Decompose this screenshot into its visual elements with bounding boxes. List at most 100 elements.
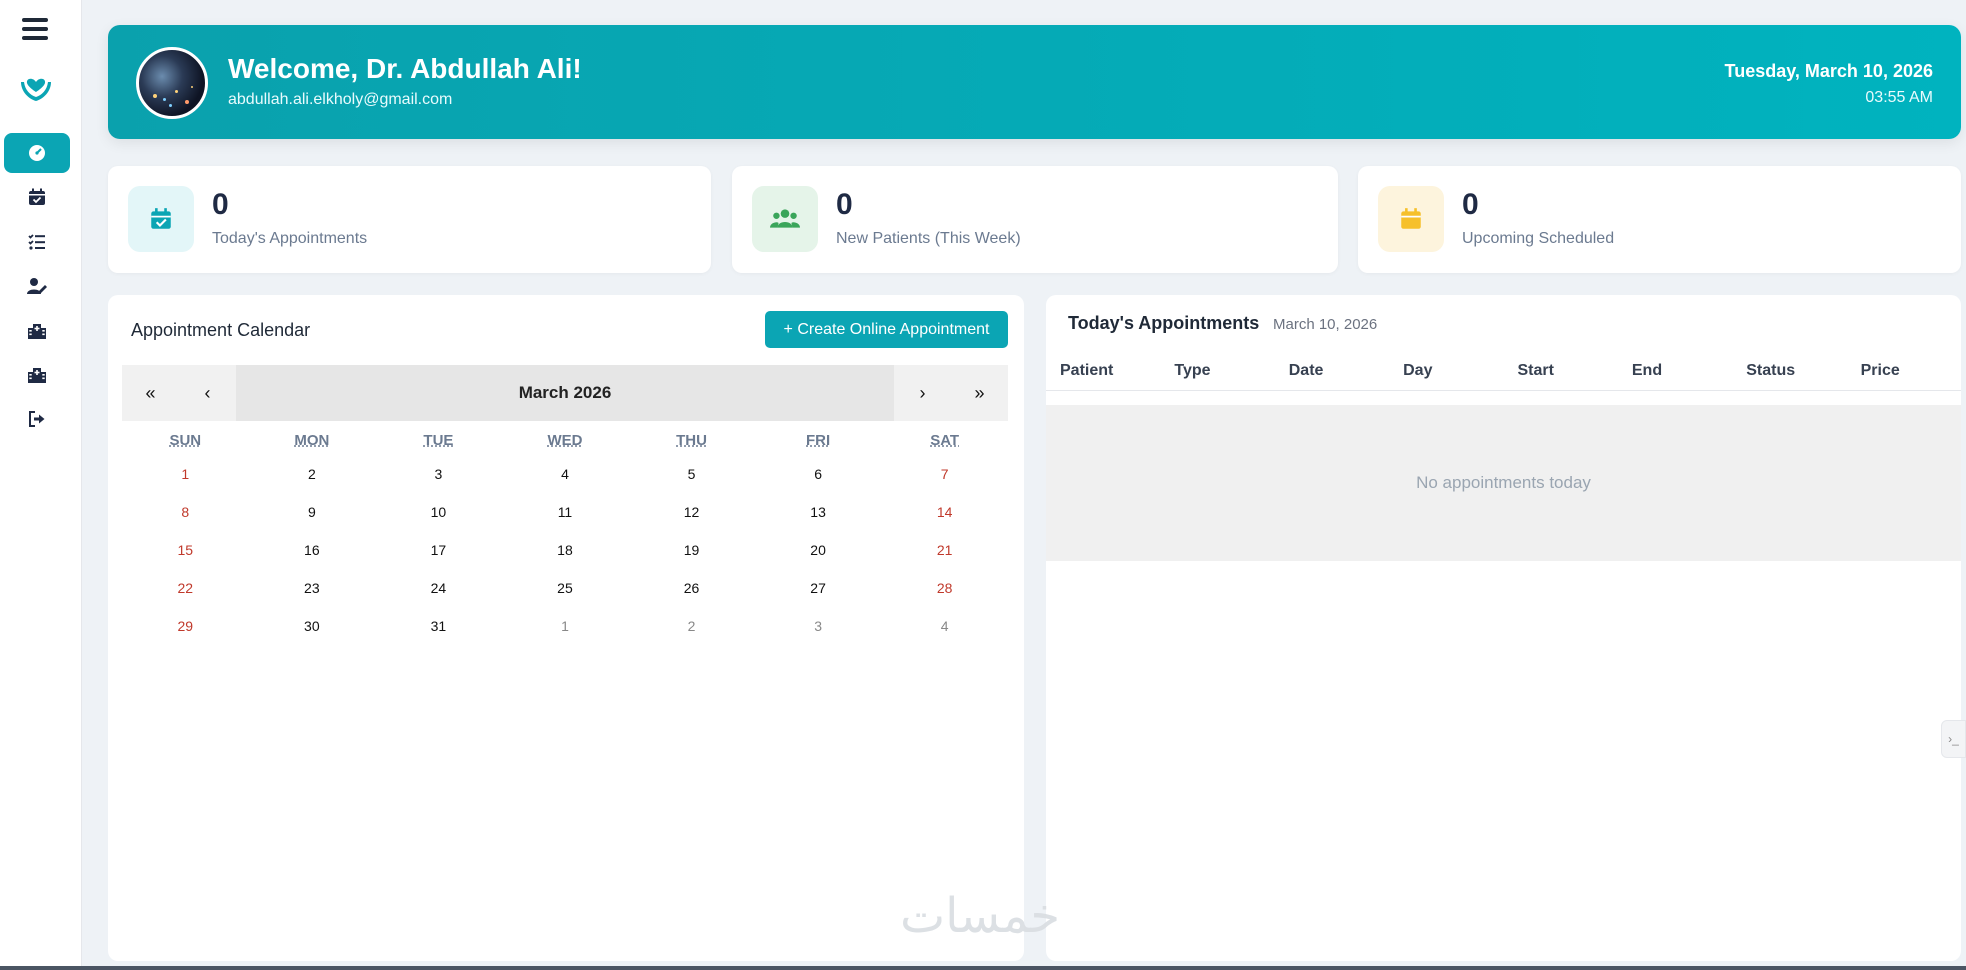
sidebar-item-logout[interactable]: [4, 399, 70, 439]
calendar-day[interactable]: 21: [881, 542, 1008, 558]
logo-icon: [17, 68, 55, 104]
calendar-week: 15 16 17 18 19 20 21: [122, 531, 1008, 569]
avatar[interactable]: [136, 47, 208, 119]
stat-label: Upcoming Scheduled: [1462, 230, 1615, 247]
calendar-week: 29 30 31 1 2 3 4: [122, 607, 1008, 645]
calendar-day[interactable]: 3: [375, 466, 502, 482]
create-online-appointment-button[interactable]: + Create Online Appointment: [765, 311, 1008, 348]
calendar-day[interactable]: 7: [881, 466, 1008, 482]
calendar-day[interactable]: 2: [249, 466, 376, 482]
hamburger-menu-icon[interactable]: [22, 18, 52, 48]
calendar-day[interactable]: 14: [881, 504, 1008, 520]
gauge-icon: [29, 145, 45, 161]
column-header[interactable]: End: [1618, 362, 1732, 380]
stat-card-new-patients: 0 New Patients (This Week): [732, 166, 1338, 273]
bottom-divider: [0, 966, 1966, 970]
stat-value: 0: [212, 188, 229, 221]
calendar-day[interactable]: 12: [628, 504, 755, 520]
weekday-header: SUN MON TUE WED THU FRI SAT: [122, 425, 1008, 455]
calendar-day[interactable]: 4: [502, 466, 629, 482]
calendar-day[interactable]: 17: [375, 542, 502, 558]
calendar-day[interactable]: 9: [249, 504, 376, 520]
appointments-table-header: Patient Type Date Day Start End Status P…: [1046, 351, 1961, 391]
calendar-day[interactable]: 3: [755, 618, 882, 634]
column-header[interactable]: Start: [1504, 362, 1618, 380]
empty-state-message: No appointments today: [1046, 405, 1961, 561]
stat-card-upcoming-scheduled: 0 Upcoming Scheduled: [1358, 166, 1961, 273]
calendar-day[interactable]: 25: [502, 580, 629, 596]
calendar-grid: SUN MON TUE WED THU FRI SAT 1 2 3 4 5 6 …: [122, 425, 1008, 645]
stat-card-todays-appointments: 0 Today's Appointments: [108, 166, 711, 273]
calendar-day[interactable]: 19: [628, 542, 755, 558]
appointment-calendar-panel: Appointment Calendar + Create Online App…: [108, 295, 1024, 961]
stat-value: 0: [1462, 188, 1479, 221]
todays-appointments-panel: Today's Appointments March 10, 2026 Pati…: [1046, 295, 1961, 961]
stat-label: New Patients (This Week): [836, 230, 1021, 247]
calendar-day[interactable]: 6: [755, 466, 882, 482]
appointments-title: Today's Appointments: [1068, 313, 1260, 333]
next-month-button[interactable]: ›: [894, 365, 951, 421]
sidebar-item-tasks[interactable]: [4, 222, 70, 262]
sidebar-item-dashboard[interactable]: [4, 133, 70, 173]
sidebar-item-appointments[interactable]: [4, 177, 70, 217]
calendar-day[interactable]: 5: [628, 466, 755, 482]
calendar-navigation: « ‹ March 2026 › »: [122, 365, 1008, 421]
weekday-label: FRI: [806, 431, 831, 449]
column-header[interactable]: Price: [1847, 362, 1961, 380]
calendar-day[interactable]: 15: [122, 542, 249, 558]
calendar-day[interactable]: 18: [502, 542, 629, 558]
column-header[interactable]: Type: [1160, 362, 1274, 380]
calendar-check-icon: [128, 186, 194, 252]
calendar-day[interactable]: 4: [881, 618, 1008, 634]
current-date: Tuesday, March 10, 2026: [1724, 61, 1933, 81]
calendar-day[interactable]: 13: [755, 504, 882, 520]
column-header[interactable]: Day: [1389, 362, 1503, 380]
prev-month-button[interactable]: ‹: [179, 365, 236, 421]
calendar-title: Appointment Calendar: [131, 320, 311, 340]
sidebar-item-clinics-2[interactable]: [4, 355, 70, 395]
prev-year-button[interactable]: «: [122, 365, 179, 421]
sidebar: [0, 0, 82, 970]
calendar-day[interactable]: 27: [755, 580, 882, 596]
weekday-label: SUN: [169, 431, 202, 449]
appointments-date: March 10, 2026: [1273, 316, 1378, 333]
weekday-label: MON: [294, 431, 330, 449]
column-header[interactable]: Date: [1275, 362, 1389, 380]
calendar-day[interactable]: 2: [628, 618, 755, 634]
calendar-day[interactable]: 28: [881, 580, 1008, 596]
calendar-day[interactable]: 10: [375, 504, 502, 520]
calendar-week: 8 9 10 11 12 13 14: [122, 493, 1008, 531]
calendar-day[interactable]: 23: [249, 580, 376, 596]
calendar-day[interactable]: 1: [502, 618, 629, 634]
calendar-day[interactable]: 11: [502, 504, 629, 520]
calendar-day[interactable]: 24: [375, 580, 502, 596]
column-header[interactable]: Status: [1732, 362, 1846, 380]
stat-value: 0: [836, 188, 853, 221]
logout-icon: [29, 411, 45, 427]
hospital-icon: [28, 368, 46, 383]
calendar-day[interactable]: 29: [122, 618, 249, 634]
calendar-week: 1 2 3 4 5 6 7: [122, 455, 1008, 493]
calendar-week: 22 23 24 25 26 27 28: [122, 569, 1008, 607]
calendar-day[interactable]: 30: [249, 618, 376, 634]
user-edit-icon: [27, 278, 47, 294]
welcome-banner: Welcome, Dr. Abdullah Ali! abdullah.ali.…: [108, 25, 1961, 139]
weekday-label: TUE: [423, 431, 454, 449]
side-toggle-tab[interactable]: ›_: [1941, 720, 1966, 758]
next-year-button[interactable]: »: [951, 365, 1008, 421]
watermark-logo: خمسات: [899, 888, 1061, 944]
calendar-day[interactable]: 1: [122, 466, 249, 482]
calendar-day[interactable]: 20: [755, 542, 882, 558]
calendar-day[interactable]: 31: [375, 618, 502, 634]
calendar-day[interactable]: 26: [628, 580, 755, 596]
sidebar-item-clinics[interactable]: [4, 311, 70, 351]
calendar-check-icon: [29, 188, 45, 205]
calendar-day[interactable]: 16: [249, 542, 376, 558]
month-label[interactable]: March 2026: [236, 365, 894, 421]
column-header[interactable]: Patient: [1046, 362, 1160, 380]
weekday-label: WED: [547, 431, 583, 449]
calendar-day[interactable]: 22: [122, 580, 249, 596]
calendar-day[interactable]: 8: [122, 504, 249, 520]
sidebar-item-profile[interactable]: [4, 266, 70, 306]
stat-label: Today's Appointments: [212, 230, 368, 247]
